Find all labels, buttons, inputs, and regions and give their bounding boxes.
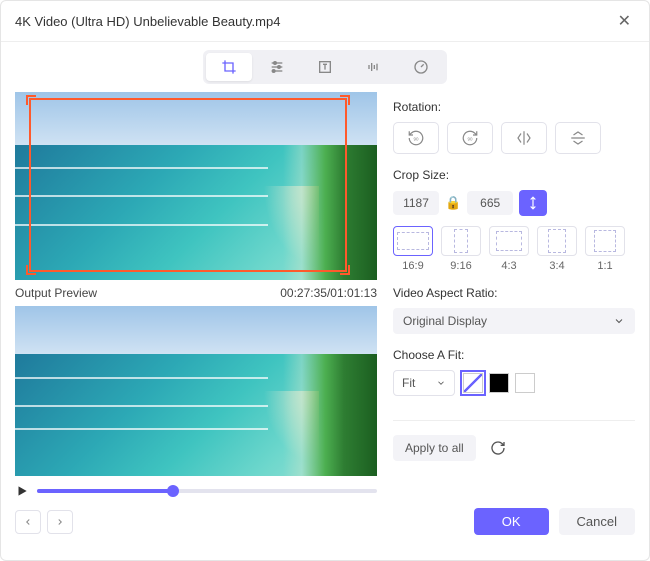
flip-vertical-icon <box>569 129 587 147</box>
rotate-left-icon: 90 <box>407 129 425 147</box>
ratio-4-3[interactable]: 4:3 <box>489 226 529 272</box>
fit-value: Fit <box>402 376 415 390</box>
flip-horizontal-icon <box>515 129 533 147</box>
link-icon <box>526 196 540 210</box>
rotate-right-icon: 90 <box>461 129 479 147</box>
apply-row: Apply to all <box>393 420 635 461</box>
crop-width-input[interactable]: 1187 <box>393 191 439 215</box>
window-title: 4K Video (Ultra HD) Unbelievable Beauty.… <box>15 14 280 29</box>
aspect-label: Video Aspect Ratio: <box>393 286 635 300</box>
tab-bar <box>1 42 649 92</box>
svg-text:90: 90 <box>467 136 473 141</box>
sliders-icon <box>269 59 285 75</box>
nav-arrows <box>15 510 73 534</box>
aspect-ratio-value: Original Display <box>403 314 487 328</box>
swatch-1[interactable] <box>489 373 509 393</box>
output-preview-label: Output Preview <box>15 286 97 300</box>
crop-height-input[interactable]: 665 <box>467 191 513 215</box>
slider-thumb[interactable] <box>167 485 179 497</box>
tab-speed[interactable] <box>398 53 444 81</box>
output-preview <box>15 306 377 476</box>
ratio-label: 9:16 <box>450 260 471 272</box>
main-content: Output Preview 00:27:35/01:01:13 Rotatio… <box>1 92 649 498</box>
swatch-2[interactable] <box>515 373 535 393</box>
crop-preview[interactable] <box>15 92 377 280</box>
prev-button[interactable] <box>15 510 41 534</box>
text-icon <box>317 59 333 75</box>
right-panel: Rotation: 90 90 Crop Size: 1187 🔒 665 <box>393 92 635 498</box>
footer: OK Cancel <box>1 498 649 545</box>
chevron-right-icon <box>55 517 65 527</box>
crop-frame[interactable] <box>29 98 347 272</box>
crop-size-row: 1187 🔒 665 <box>393 190 635 216</box>
chevron-down-icon <box>613 315 625 327</box>
fit-select[interactable]: Fit <box>393 370 455 396</box>
speed-icon <box>413 59 429 75</box>
next-button[interactable] <box>47 510 73 534</box>
ratio-16-9[interactable]: 16:9 <box>393 226 433 272</box>
ratio-label: 1:1 <box>597 260 612 272</box>
rotate-right-button[interactable]: 90 <box>447 122 493 154</box>
crop-handle-tr[interactable] <box>340 95 350 105</box>
tab-audio[interactable] <box>350 53 396 81</box>
reset-icon <box>490 440 506 456</box>
preview-labels: Output Preview 00:27:35/01:01:13 <box>15 286 377 300</box>
link-dimensions-button[interactable] <box>519 190 547 216</box>
reset-button[interactable] <box>490 440 506 456</box>
flip-horizontal-button[interactable] <box>501 122 547 154</box>
footer-actions: OK Cancel <box>474 508 635 535</box>
ratio-9-16[interactable]: 9:16 <box>441 226 481 272</box>
tab-group <box>203 50 447 84</box>
crop-handle-bl[interactable] <box>26 265 36 275</box>
tab-text[interactable] <box>302 53 348 81</box>
audio-icon <box>365 59 381 75</box>
swatch-0[interactable] <box>463 373 483 393</box>
ratio-label: 3:4 <box>549 260 564 272</box>
crop-handle-tl[interactable] <box>26 95 36 105</box>
ratio-row: 16:9 9:16 4:3 3:4 1:1 <box>393 226 635 272</box>
crop-handle-br[interactable] <box>340 265 350 275</box>
ratio-1-1[interactable]: 1:1 <box>585 226 625 272</box>
crop-icon <box>221 59 237 75</box>
play-icon <box>15 484 29 498</box>
rotate-left-button[interactable]: 90 <box>393 122 439 154</box>
lock-icon[interactable]: 🔒 <box>445 195 461 211</box>
rotation-label: Rotation: <box>393 100 635 114</box>
ratio-label: 4:3 <box>501 260 516 272</box>
slider-fill <box>37 489 173 493</box>
chevron-left-icon <box>23 517 33 527</box>
fit-label: Choose A Fit: <box>393 348 635 362</box>
aspect-ratio-select[interactable]: Original Display <box>393 308 635 334</box>
timecode: 00:27:35/01:01:13 <box>280 286 377 300</box>
left-panel: Output Preview 00:27:35/01:01:13 <box>15 92 377 498</box>
close-icon[interactable]: ✕ <box>614 11 635 31</box>
ok-button[interactable]: OK <box>474 508 549 535</box>
cancel-button[interactable]: Cancel <box>559 508 635 535</box>
player-controls <box>15 484 377 498</box>
apply-to-all-button[interactable]: Apply to all <box>393 435 476 461</box>
titlebar: 4K Video (Ultra HD) Unbelievable Beauty.… <box>1 1 649 42</box>
crop-size-label: Crop Size: <box>393 168 635 182</box>
chevron-down-icon <box>436 378 446 388</box>
tab-adjust[interactable] <box>254 53 300 81</box>
rotation-row: 90 90 <box>393 122 635 154</box>
tab-crop[interactable] <box>206 53 252 81</box>
fit-row: Fit <box>393 370 635 396</box>
flip-vertical-button[interactable] <box>555 122 601 154</box>
swatch-group <box>463 373 535 393</box>
play-button[interactable] <box>15 484 29 498</box>
ratio-3-4[interactable]: 3:4 <box>537 226 577 272</box>
svg-text:90: 90 <box>413 136 419 141</box>
ratio-label: 16:9 <box>402 260 423 272</box>
progress-slider[interactable] <box>37 489 377 493</box>
